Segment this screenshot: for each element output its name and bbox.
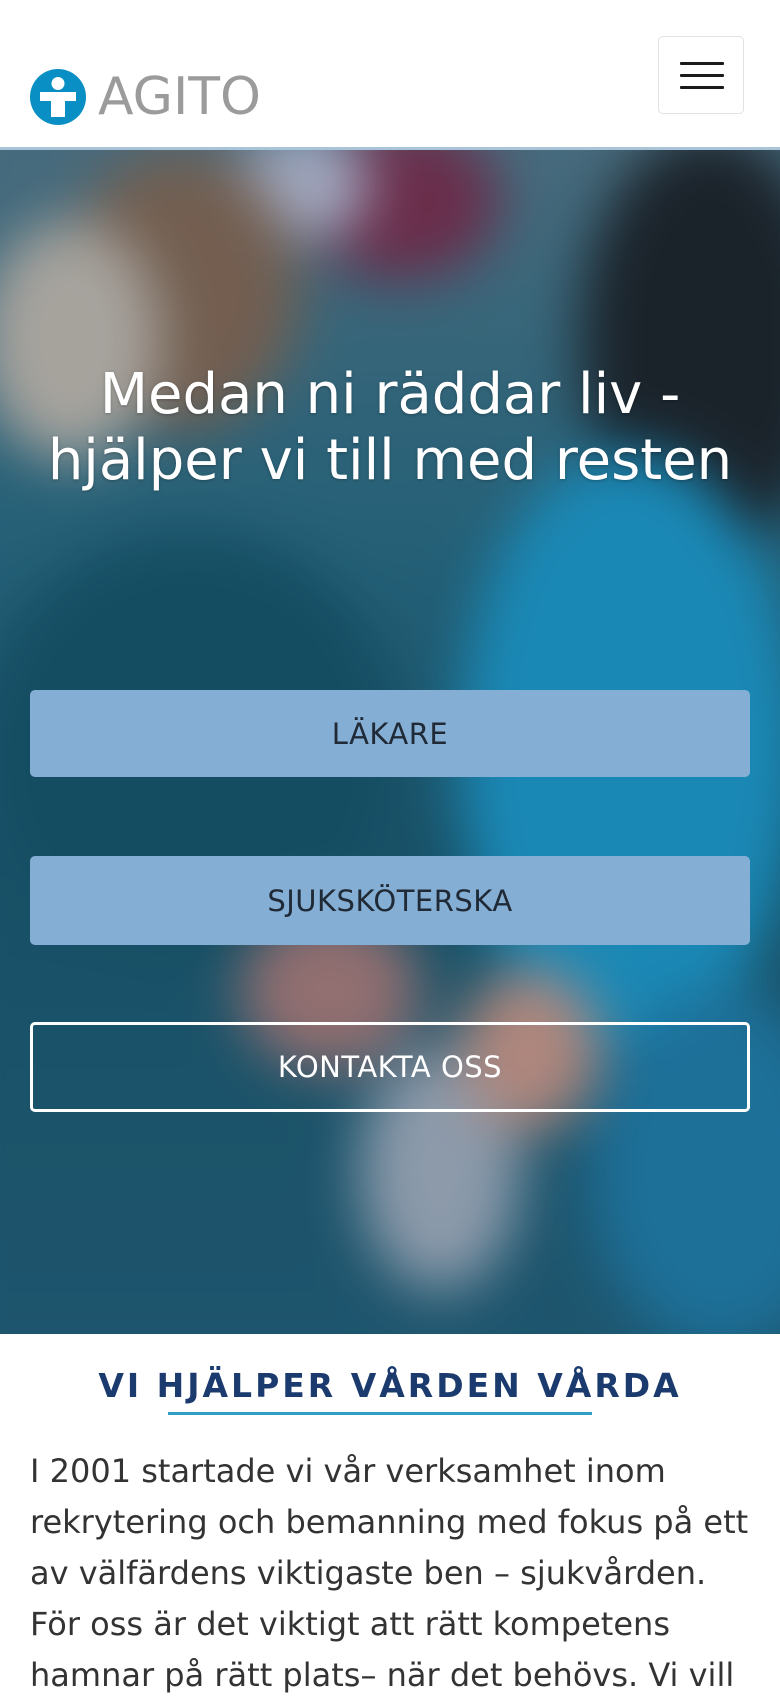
hero-title: Medan ni räddar liv - hjälper vi till me… xyxy=(47,362,733,493)
medical-cross-icon xyxy=(30,69,86,125)
heading-underline xyxy=(168,1412,592,1415)
hero-section: Medan ni räddar liv - hjälper vi till me… xyxy=(0,150,780,1334)
logo-wordmark: AGITO xyxy=(98,67,261,127)
contact-us-button[interactable]: KONTAKTA OSS xyxy=(30,1022,750,1112)
intro-section: VI HJÄLPER VÅRDEN VÅRDA I 2001 startade … xyxy=(0,1334,780,1694)
doctor-button[interactable]: LÄKARE xyxy=(30,690,750,777)
section-heading: VI HJÄLPER VÅRDEN VÅRDA xyxy=(98,1366,682,1405)
site-header: AGITO xyxy=(0,0,780,150)
agito-logo[interactable]: AGITO xyxy=(30,68,261,126)
intro-paragraph: I 2001 startade vi vår verksamhet inom r… xyxy=(30,1452,749,1694)
hamburger-menu-button[interactable] xyxy=(658,36,744,114)
nurse-button[interactable]: SJUKSKÖTERSKA xyxy=(30,856,750,945)
